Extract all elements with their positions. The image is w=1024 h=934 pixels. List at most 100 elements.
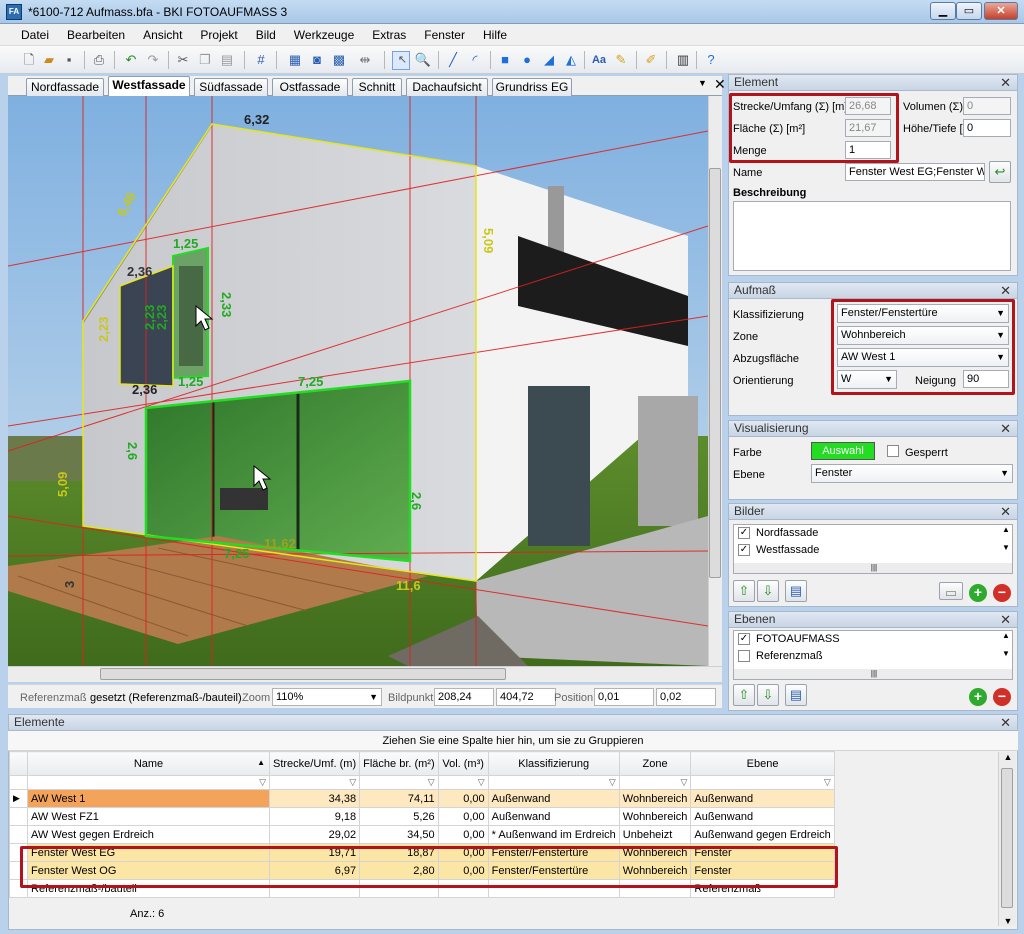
zoom-icon[interactable]: 🔍 [414,51,432,69]
remove-image-icon[interactable]: − [993,584,1011,602]
add-image-icon[interactable]: + [969,584,987,602]
checkbox[interactable]: ✓ [738,527,750,539]
checkbox[interactable]: ✓ [738,633,750,645]
tab-grundriss-eg[interactable]: Grundriss EG [492,78,572,96]
table-row[interactable]: ▶ AW West 1 34,38 74,11 0,00 Außenwand W… [9,789,835,808]
viewport-vertical-scroll-thumb[interactable] [709,168,721,578]
polygon-icon[interactable]: ◢ [540,51,558,69]
triangle-icon[interactable]: ◭ [562,51,580,69]
column-header-ebene[interactable]: Ebene [690,751,835,776]
list-hscroll[interactable]: ||| [734,563,1012,573]
column-header-flaeche[interactable]: Fläche br. (m²) [359,751,439,776]
list-item[interactable]: ✓ Nordfassade [734,525,1012,542]
open-icon[interactable]: ▰ [40,51,58,69]
column-header-volumen[interactable]: Vol. (m³) [437,751,489,776]
move-up-icon[interactable]: ⇧ [733,580,755,602]
grid-icon[interactable]: # [252,51,270,69]
rectangle-icon[interactable]: ■ [496,51,514,69]
tab-close-icon[interactable]: ✕ [714,76,726,93]
gesperrt-checkbox[interactable] [887,445,899,457]
panel-close-icon[interactable]: ✕ [1000,715,1011,730]
new-icon[interactable]: 🗋 [20,51,38,69]
filter-icon[interactable]: ▽ [690,775,835,790]
filter-icon[interactable]: ▽ [618,775,692,790]
facade-image-viewport[interactable]: 6,32 6,46 5,09 2,36 1,25 2,23 2,23 2,23 … [8,96,708,666]
maximize-button[interactable]: ▭ [956,2,982,20]
menu-extras[interactable]: Extras [363,24,415,46]
hoehe-field[interactable]: 0 [963,119,1011,137]
image-edit-icon[interactable]: ▩ [330,51,348,69]
move-down-icon[interactable]: ⇩ [757,580,779,602]
name-field[interactable]: Fenster West EG;Fenster We [845,163,985,181]
list-item[interactable]: Referenzmaß [734,648,1012,665]
panel-close-icon[interactable]: ✕ [1000,421,1011,436]
cut-icon[interactable]: ✂ [174,51,192,69]
tab-schnitt[interactable]: Schnitt [352,78,402,96]
image-display-icon[interactable]: ▭ [939,582,963,600]
tab-suedfassade[interactable]: Südfassade [194,78,268,96]
beschreibung-textarea[interactable] [733,201,1011,271]
print-icon[interactable]: ⎙ [90,51,108,69]
menu-fenster[interactable]: Fenster [415,24,474,46]
remove-layer-icon[interactable]: − [993,688,1011,706]
filter-icon[interactable]: ▽ [487,775,620,790]
group-by-hint[interactable]: Ziehen Sie eine Spalte hier hin, um sie … [8,731,1018,751]
column-header-strecke[interactable]: Strecke/Umf. (m) [268,751,361,776]
move-down-icon[interactable]: ⇩ [757,684,779,706]
move-up-icon[interactable]: ⇧ [733,684,755,706]
pointer-icon[interactable]: ↖ [392,51,410,70]
filter-icon[interactable]: ▽ [437,775,489,790]
menu-projekt[interactable]: Projekt [191,24,246,46]
grid-vertical-scrollbar[interactable]: ▲ ▼ [998,752,1016,926]
image-import-icon[interactable]: ▦ [286,51,304,69]
image-properties-icon[interactable]: ▤ [785,580,807,602]
list-item[interactable]: ✓ Westfassade [734,542,1012,559]
tab-nordfassade[interactable]: Nordfassade [26,78,104,96]
camera-icon[interactable]: ◙ [308,51,326,69]
tab-dropdown-icon[interactable]: ▼ [698,78,707,88]
close-button[interactable]: ✕ [984,2,1018,20]
tab-ostfassade[interactable]: Ostfassade [272,78,348,96]
tab-westfassade[interactable]: Westfassade [108,76,190,97]
checkbox[interactable] [738,650,750,662]
grid-scroll-thumb[interactable] [1001,768,1013,908]
menu-werkzeuge[interactable]: Werkzeuge [285,24,363,46]
minimize-button[interactable]: ▁ [930,2,956,20]
annotate-icon[interactable]: ✎ [612,51,630,69]
filter-icon[interactable]: ▽ [268,775,361,790]
panel-close-icon[interactable]: ✕ [1000,75,1011,90]
add-layer-icon[interactable]: + [969,688,987,706]
filter-icon[interactable]: ▽ [359,775,439,790]
panel-close-icon[interactable]: ✕ [1000,504,1011,519]
column-header-klassifizierung[interactable]: Klassifizierung [487,751,620,776]
farbe-button[interactable]: Auswahl [811,442,875,460]
layer-properties-icon[interactable]: ▤ [785,684,807,706]
calculator-icon[interactable]: ▥ [674,51,692,69]
table-row[interactable]: AW West FZ1 9,18 5,26 0,00 Außenwand Woh… [9,807,835,826]
checkbox[interactable]: ✓ [738,544,750,556]
name-apply-icon[interactable]: ↩ [989,161,1011,183]
menu-datei[interactable]: Datei [12,24,58,46]
list-item[interactable]: ✓ FOTOAUFMASS [734,631,1012,648]
menu-hilfe[interactable]: Hilfe [474,24,516,46]
menu-ansicht[interactable]: Ansicht [134,24,191,46]
measure-icon[interactable]: ⇹ [356,51,374,69]
volumen-field[interactable]: 0 [963,97,1011,115]
paste-icon[interactable]: ▤ [218,51,236,69]
filter-icon[interactable]: ▽ [27,775,270,790]
column-header-name[interactable]: Name ▲ [27,751,270,776]
circle-icon[interactable]: ● [518,51,536,69]
list-hscroll[interactable]: ||| [734,669,1012,679]
line-icon[interactable]: ╱ [444,51,462,69]
copy-icon[interactable]: ❐ [196,51,214,69]
panel-close-icon[interactable]: ✕ [1000,283,1011,298]
text-icon[interactable]: Aa [590,51,608,69]
ebene-select[interactable]: Fenster ▼ [811,464,1013,483]
arc-icon[interactable]: ◜ [466,51,484,69]
table-row[interactable]: AW West gegen Erdreich 29,02 34,50 0,00 … [9,825,835,844]
tab-dachaufsicht[interactable]: Dachaufsicht [406,78,488,96]
viewport-horizontal-scroll-thumb[interactable] [100,668,506,680]
list-edit-icon[interactable]: ✐ [642,51,660,69]
zoom-select[interactable]: 110% ▼ [272,688,382,706]
column-header-zone[interactable]: Zone [618,751,692,776]
